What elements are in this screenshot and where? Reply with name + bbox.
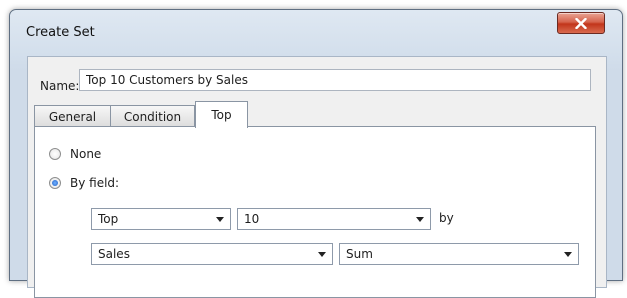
dialog-title: Create Set [26, 25, 95, 40]
name-label: Name: [40, 79, 80, 93]
chevron-down-icon [564, 252, 572, 257]
tab-general-label: General [48, 110, 97, 124]
close-button[interactable] [557, 12, 605, 34]
aggregation-select-value: Sum [346, 247, 373, 261]
radio-none-circle[interactable] [49, 148, 61, 160]
radio-by-field[interactable]: By field: [49, 176, 119, 190]
chevron-down-icon [416, 217, 424, 222]
count-combobox-value: 10 [244, 212, 260, 226]
direction-select-value: Top [98, 212, 119, 226]
field-select[interactable]: Sales [91, 243, 333, 265]
chevron-down-icon [216, 217, 224, 222]
chevron-down-icon [318, 252, 326, 257]
tab-condition[interactable]: Condition [110, 105, 195, 127]
tab-condition-label: Condition [123, 110, 182, 124]
radio-by-field-circle[interactable] [49, 177, 61, 189]
count-combobox[interactable]: 10 [237, 208, 431, 230]
title-bar: Create Set [10, 10, 622, 54]
close-x-icon [575, 17, 587, 29]
top-tab-panel: None By field: Top 10 by Sales Sum [34, 126, 596, 298]
radio-by-field-label: By field: [70, 176, 120, 190]
radio-none-label: None [70, 147, 102, 161]
field-select-value: Sales [98, 247, 130, 261]
dialog-body: Name: General Condition Top None By fiel… [27, 56, 607, 298]
tab-top[interactable]: Top [195, 101, 248, 128]
by-label: by [439, 211, 454, 225]
tab-top-label: Top [211, 108, 232, 122]
aggregation-select[interactable]: Sum [339, 243, 579, 265]
radio-none[interactable]: None [49, 147, 101, 161]
direction-select[interactable]: Top [91, 208, 231, 230]
tab-general[interactable]: General [34, 105, 111, 127]
set-name-input[interactable] [79, 69, 591, 91]
create-set-dialog: Create Set Name: General Condition Top N… [9, 9, 623, 298]
